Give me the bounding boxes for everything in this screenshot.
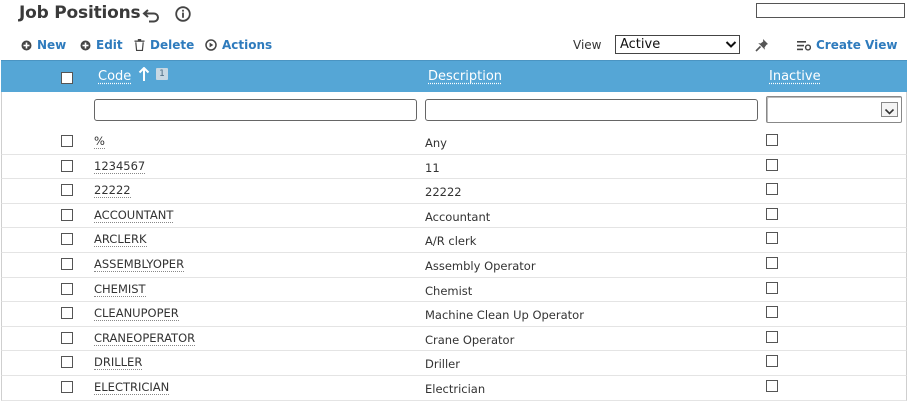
table-row[interactable]: 22222 22222: [1, 179, 907, 204]
description-cell: Accountant: [425, 209, 491, 224]
inactive-checkbox[interactable]: [766, 306, 778, 319]
column-header-inactive[interactable]: Inactive: [769, 69, 821, 84]
inactive-checkbox[interactable]: [766, 232, 778, 245]
row-select-checkbox[interactable]: [61, 184, 73, 197]
description-cell: 22222: [425, 185, 462, 200]
row-select-checkbox[interactable]: [61, 380, 73, 393]
code-link[interactable]: ASSEMBLYOPER: [94, 257, 185, 272]
inactive-checkbox[interactable]: [766, 207, 778, 220]
actions-button-label: Actions: [222, 38, 273, 52]
description-cell: Chemist: [425, 283, 473, 298]
code-link[interactable]: 22222: [94, 184, 131, 199]
inactive-filter-select[interactable]: [766, 96, 902, 123]
inactive-checkbox[interactable]: [766, 355, 778, 368]
table-row[interactable]: 1234567 11: [1, 154, 907, 180]
info-circle-icon[interactable]: [175, 6, 191, 22]
toolbar: New Edit Delete Actions View Active Crea…: [0, 34, 909, 56]
description-filter-input[interactable]: [425, 99, 758, 121]
row-select-checkbox[interactable]: [61, 356, 73, 369]
row-select-checkbox[interactable]: [61, 159, 73, 172]
view-label: View: [573, 38, 602, 52]
description-cell: Electrician: [425, 381, 486, 396]
table-row[interactable]: % Any: [1, 130, 907, 155]
view-select-value: Active: [620, 37, 661, 52]
table-row[interactable]: ASSEMBLYOPER Assembly Operator: [1, 252, 907, 278]
page-title: Job Positions: [19, 3, 141, 23]
code-link[interactable]: %: [94, 135, 105, 149]
dropdown-button[interactable]: [881, 102, 898, 117]
code-link[interactable]: ACCOUNTANT: [94, 208, 174, 223]
chevron-down-icon: [725, 41, 737, 48]
create-view-button-label: Create View: [816, 38, 898, 52]
plus-circle-icon: [21, 40, 32, 50]
undo-arrow-icon[interactable]: [142, 7, 160, 23]
row-select-checkbox[interactable]: [61, 257, 73, 270]
inactive-checkbox[interactable]: [766, 379, 778, 392]
create-view-button[interactable]: Create View: [797, 38, 897, 52]
code-link[interactable]: CHEMIST: [94, 282, 146, 297]
edit-button[interactable]: Edit: [80, 38, 123, 52]
code-link[interactable]: CRANEOPERATOR: [94, 331, 196, 346]
table-row[interactable]: CLEANUPOPER Machine Clean Up Operator: [1, 302, 907, 327]
description-cell: Assembly Operator: [425, 258, 536, 273]
filter-row: [1, 92, 907, 130]
inactive-checkbox[interactable]: [766, 134, 778, 146]
description-cell: Crane Operator: [425, 332, 515, 347]
row-select-checkbox[interactable]: [61, 233, 73, 246]
top-search-input[interactable]: [756, 3, 905, 18]
description-cell: Machine Clean Up Operator: [425, 308, 584, 323]
code-filter-input[interactable]: [94, 99, 417, 121]
code-link[interactable]: ELECTRICIAN: [94, 380, 170, 395]
sort-ascending-icon[interactable]: [138, 67, 150, 82]
table-row[interactable]: CHEMIST Chemist: [1, 277, 907, 303]
pin-icon[interactable]: [754, 38, 770, 52]
grid-body: % Any 1234567 11 22222 22222 ACCOUNTANT Account…: [1, 130, 907, 401]
column-header-description[interactable]: Description: [428, 69, 502, 84]
table-row[interactable]: ELECTRICIAN Electrician: [1, 375, 907, 401]
inactive-checkbox[interactable]: [766, 256, 778, 269]
column-header-code[interactable]: Code: [98, 69, 131, 84]
description-cell: 11: [425, 160, 440, 175]
edit-button-label: Edit: [96, 38, 123, 52]
chevron-down-icon: [884, 108, 895, 115]
table-row[interactable]: ARCLERK A/R clerk: [1, 228, 907, 253]
row-select-checkbox[interactable]: [61, 208, 73, 221]
list-settings-icon: [797, 40, 811, 51]
title-bar: Job Positions: [0, 0, 909, 30]
row-select-checkbox[interactable]: [61, 331, 73, 344]
row-select-checkbox[interactable]: [61, 307, 73, 320]
row-select-checkbox[interactable]: [61, 135, 73, 147]
play-circle-icon: [205, 39, 217, 51]
plus-circle-icon: [80, 40, 91, 50]
actions-button[interactable]: Actions: [205, 38, 272, 52]
description-cell: Any: [425, 136, 447, 150]
trash-icon: [134, 39, 145, 51]
delete-button[interactable]: Delete: [134, 38, 194, 52]
view-select[interactable]: Active: [615, 35, 740, 54]
code-link[interactable]: 1234567: [94, 159, 146, 174]
select-all-checkbox[interactable]: [61, 72, 73, 84]
inactive-checkbox[interactable]: [766, 158, 778, 171]
table-row[interactable]: DRILLER Driller: [1, 351, 907, 376]
table-row[interactable]: CRANEOPERATOR Crane Operator: [1, 326, 907, 352]
inactive-checkbox[interactable]: [766, 330, 778, 343]
description-cell: Driller: [425, 357, 460, 372]
sort-order-badge: 1: [156, 68, 168, 80]
new-button-label: New: [37, 38, 67, 52]
grid-header: Code 1 Description Inactive: [1, 60, 907, 92]
code-link[interactable]: DRILLER: [94, 356, 143, 371]
code-link[interactable]: ARCLERK: [94, 233, 147, 248]
inactive-checkbox[interactable]: [766, 183, 778, 196]
code-link[interactable]: CLEANUPOPER: [94, 307, 179, 322]
new-button[interactable]: New: [21, 38, 66, 52]
table-row[interactable]: ACCOUNTANT Accountant: [1, 203, 907, 229]
delete-button-label: Delete: [150, 38, 195, 52]
description-cell: A/R clerk: [425, 234, 477, 249]
row-select-checkbox[interactable]: [61, 282, 73, 295]
inactive-checkbox[interactable]: [766, 281, 778, 294]
